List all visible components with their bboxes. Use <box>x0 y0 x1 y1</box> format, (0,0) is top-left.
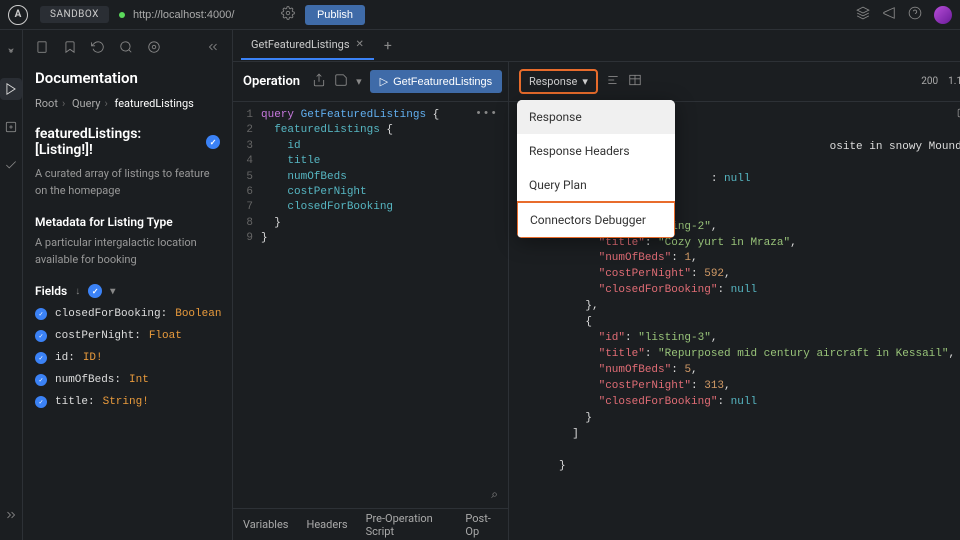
tabs-bar: GetFeaturedListings ✕ + <box>233 30 960 62</box>
operation-title: Operation <box>243 74 300 89</box>
field-row[interactable]: ✓title: String! <box>35 396 220 408</box>
query-pane: Operation ▾ ▷ GetFeaturedListings ••• 1q… <box>233 62 509 540</box>
settings-gear-icon[interactable] <box>281 6 295 23</box>
close-tab-icon[interactable]: ✕ <box>356 39 364 50</box>
chevron-down-icon: ▾ <box>582 75 588 88</box>
filter-check-icon[interactable]: ✓ <box>88 284 102 298</box>
editor-area: Operation ▾ ▷ GetFeaturedListings ••• 1q… <box>233 62 960 540</box>
dropdown-item[interactable]: Query Plan <box>517 168 675 202</box>
op-chevron-icon[interactable]: ▾ <box>356 75 362 88</box>
field-check-icon: ✓ <box>35 330 47 342</box>
publish-button[interactable]: Publish <box>305 5 365 25</box>
table-icon[interactable] <box>628 73 642 90</box>
bottom-tab[interactable]: Variables <box>243 518 289 531</box>
status-code: 200 <box>921 76 938 87</box>
sidebar: Documentation Root› Query› featuredListi… <box>23 30 233 540</box>
bottom-tab[interactable]: Post-Op <box>465 512 498 538</box>
operation-header: Operation ▾ ▷ GetFeaturedListings <box>233 62 508 102</box>
field-check-icon: ✓ <box>35 352 47 364</box>
layers-icon[interactable] <box>856 6 870 23</box>
search-icon[interactable] <box>119 40 133 57</box>
url-input[interactable] <box>133 9 273 21</box>
response-stats: 200 1.14s 0B <box>921 76 960 87</box>
dropdown-item[interactable]: Response Headers <box>517 134 675 168</box>
breadcrumb-root[interactable]: Root <box>35 97 58 110</box>
rail-explorer-icon[interactable] <box>0 40 22 62</box>
documentation-title: Documentation <box>35 69 220 87</box>
history-icon[interactable] <box>91 40 105 57</box>
topbar-right <box>856 6 952 24</box>
dropdown-item[interactable]: Connectors Debugger <box>517 201 675 238</box>
bottom-tab[interactable]: Pre-Operation Script <box>366 512 448 538</box>
rail-expand-icon[interactable] <box>0 504 22 526</box>
main-layout: Documentation Root› Query› featuredListi… <box>0 30 960 540</box>
collapse-sidebar-icon[interactable] <box>206 40 220 57</box>
field-row[interactable]: ✓numOfBeds: Int <box>35 374 220 386</box>
status-dot-icon <box>119 12 125 18</box>
check-badge-icon: ✓ <box>206 135 220 149</box>
response-time: 1.14s <box>948 76 960 87</box>
breadcrumb-query[interactable]: Query <box>72 97 101 110</box>
fields-list: ✓closedForBooking: Boolean ✓costPerNight:… <box>35 308 220 418</box>
field-check-icon: ✓ <box>35 396 47 408</box>
chevron-down-icon[interactable]: ▾ <box>110 286 115 297</box>
metadata-title: Metadata for Listing Type <box>35 215 220 229</box>
left-rail <box>0 30 23 540</box>
field-signature: featuredListings: [Listing!]! ✓ <box>35 126 220 158</box>
format-icon[interactable] <box>606 73 620 90</box>
fields-header: Fields ↓ ✓ ▾ <box>35 284 220 298</box>
field-row[interactable]: ✓id: ID! <box>35 352 220 364</box>
query-editor[interactable]: ••• 1query GetFeaturedListings {2 featur… <box>233 102 508 508</box>
field-check-icon: ✓ <box>35 308 47 320</box>
bottom-tab[interactable]: Headers <box>307 518 348 531</box>
save-icon[interactable] <box>334 73 348 90</box>
share-icon[interactable] <box>312 73 326 90</box>
announce-icon[interactable] <box>882 6 896 23</box>
rail-sandbox-icon[interactable] <box>0 78 22 100</box>
response-dropdown-button[interactable]: Response ▾ <box>519 69 598 94</box>
metadata-description: A particular intergalactic location avai… <box>35 235 220 268</box>
variables-tabs: Variables Headers Pre-Operation Script Post… <box>233 508 508 540</box>
add-tab-icon[interactable]: + <box>384 38 392 54</box>
field-description: A curated array of listings to feature o… <box>35 166 220 199</box>
settings-icon[interactable] <box>147 40 161 57</box>
field-row[interactable]: ✓costPerNight: Float <box>35 330 220 342</box>
help-icon[interactable] <box>908 6 922 23</box>
field-row[interactable]: ✓closedForBooking: Boolean <box>35 308 220 320</box>
response-pane: Response ▾ 200 1.14s 0B <box>509 62 960 540</box>
breadcrumb: Root› Query› featuredListings <box>35 97 220 110</box>
user-avatar[interactable] <box>934 6 952 24</box>
sidebar-toolbar <box>35 40 220 57</box>
bookmark-icon[interactable] <box>63 40 77 57</box>
topbar: A SANDBOX Publish <box>0 0 960 30</box>
dropdown-item[interactable]: Response <box>517 100 675 134</box>
apollo-logo-icon[interactable]: A <box>8 5 28 25</box>
response-header: Response ▾ 200 1.14s 0B <box>509 62 960 102</box>
rail-add-icon[interactable] <box>0 116 22 138</box>
field-check-icon: ✓ <box>35 374 47 386</box>
response-dropdown-menu: ResponseResponse HeadersQuery PlanConnec… <box>517 100 675 238</box>
sandbox-badge[interactable]: SANDBOX <box>40 6 109 23</box>
run-operation-button[interactable]: ▷ GetFeaturedListings <box>370 70 503 93</box>
speedometer-icon[interactable]: ⌕ <box>491 488 498 502</box>
breadcrumb-current[interactable]: featuredListings <box>115 97 194 110</box>
tab-operation[interactable]: GetFeaturedListings ✕ <box>241 31 374 60</box>
doc-icon[interactable] <box>35 40 49 57</box>
play-icon: ▷ <box>380 75 388 88</box>
more-icon[interactable]: ••• <box>475 108 498 120</box>
content-area: GetFeaturedListings ✕ + Operation ▾ ▷ Ge… <box>233 30 960 540</box>
sort-icon[interactable]: ↓ <box>75 286 80 297</box>
rail-checks-icon[interactable] <box>0 154 22 176</box>
